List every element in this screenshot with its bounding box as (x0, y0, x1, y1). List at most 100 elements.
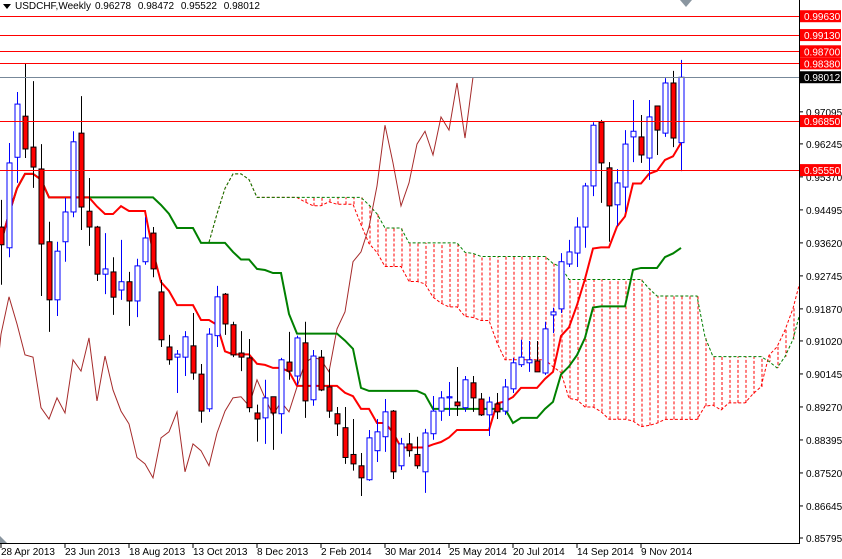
bear-candle[interactable] (38, 144, 45, 297)
bull-candle[interactable] (662, 78, 669, 137)
bull-candle[interactable] (70, 131, 77, 218)
bear-candle[interactable] (494, 392, 501, 420)
bull-candle[interactable] (438, 391, 445, 421)
price-chart[interactable]: 0.970950.962450.953700.944950.936200.927… (0, 0, 842, 559)
bear-candle[interactable] (334, 406, 341, 436)
bull-candle[interactable] (118, 239, 125, 300)
bull-candle[interactable] (54, 241, 61, 317)
bear-candle[interactable] (30, 81, 37, 188)
time-axis-label: 23 Jun 2013 (65, 547, 120, 558)
candle-body (350, 453, 357, 465)
candle-body (134, 265, 141, 302)
bear-candle[interactable] (254, 404, 261, 442)
bear-candle[interactable] (190, 313, 197, 380)
candle-body (470, 382, 477, 399)
bull-candle[interactable] (398, 437, 405, 470)
bear-candle[interactable] (638, 115, 645, 163)
candle-body (478, 398, 485, 416)
bear-candle[interactable] (198, 363, 205, 423)
bull-candle[interactable] (294, 335, 301, 386)
bull-candle[interactable] (182, 331, 189, 377)
bear-candle[interactable] (94, 225, 101, 281)
senkou-span-b-line (208, 173, 799, 369)
bull-candle[interactable] (214, 285, 221, 347)
candle-body (126, 281, 133, 302)
bear-candle[interactable] (230, 321, 237, 358)
bull-candle[interactable] (678, 59, 685, 172)
bull-candle[interactable] (550, 307, 557, 334)
bull-candle[interactable] (542, 321, 549, 375)
bull-candle[interactable] (62, 198, 69, 262)
bull-candle[interactable] (422, 428, 429, 493)
bear-candle[interactable] (358, 452, 365, 496)
candle-body (446, 396, 453, 399)
bull-candle[interactable] (462, 376, 469, 412)
bear-candle[interactable] (534, 340, 541, 373)
bull-candle[interactable] (278, 357, 285, 434)
bull-candle[interactable] (262, 379, 269, 444)
bear-candle[interactable] (350, 419, 357, 471)
bull-candle[interactable] (14, 92, 21, 183)
candle-body (206, 333, 213, 410)
bear-candle[interactable] (478, 392, 485, 416)
bear-candle[interactable] (150, 227, 157, 278)
bull-candle[interactable] (382, 399, 389, 452)
bear-candle[interactable] (342, 406, 349, 464)
bear-candle[interactable] (270, 396, 277, 450)
bear-candle[interactable] (86, 178, 93, 246)
candle-body (30, 146, 37, 168)
candle-body (566, 251, 573, 265)
bear-candle[interactable] (0, 199, 5, 285)
bear-candle[interactable] (238, 331, 245, 372)
dropdown-triangle-icon[interactable] (3, 4, 11, 9)
bull-candle[interactable] (502, 379, 509, 415)
bear-candle[interactable] (598, 119, 605, 203)
bear-candle[interactable] (222, 293, 229, 335)
bull-candle[interactable] (526, 340, 533, 372)
bull-candle[interactable] (374, 419, 381, 463)
bull-candle[interactable] (310, 349, 317, 406)
bear-candle[interactable] (286, 331, 293, 380)
bear-candle[interactable] (470, 376, 477, 412)
bull-candle[interactable] (102, 233, 109, 295)
bull-candle[interactable] (366, 429, 373, 481)
bear-candle[interactable] (670, 70, 677, 148)
bear-candle[interactable] (326, 368, 333, 418)
bull-candle[interactable] (446, 382, 453, 416)
bull-candle[interactable] (574, 217, 581, 268)
bear-candle[interactable] (46, 221, 53, 332)
bull-candle[interactable] (630, 99, 637, 163)
candle-body (526, 359, 533, 364)
bear-candle[interactable] (302, 321, 309, 418)
bear-candle[interactable] (110, 257, 117, 315)
bull-candle[interactable] (510, 357, 517, 393)
bear-candle[interactable] (414, 436, 421, 469)
plot-area (0, 59, 799, 496)
time-axis-label: 28 Apr 2013 (1, 547, 55, 558)
bull-candle[interactable] (6, 142, 13, 258)
bull-candle[interactable] (558, 253, 565, 314)
bull-candle[interactable] (622, 130, 629, 212)
bear-candle[interactable] (606, 162, 613, 242)
bull-candle[interactable] (134, 258, 141, 318)
bear-candle[interactable] (166, 334, 173, 365)
bear-candle[interactable] (246, 339, 253, 413)
bull-candle[interactable] (174, 349, 181, 393)
bull-candle[interactable] (206, 328, 213, 412)
bear-candle[interactable] (126, 271, 133, 326)
bear-candle[interactable] (654, 105, 661, 156)
bear-candle[interactable] (318, 349, 325, 392)
bull-candle[interactable] (614, 168, 621, 226)
bull-candle[interactable] (430, 396, 437, 440)
chart-shift-marker-icon[interactable] (680, 0, 692, 7)
bull-candle[interactable] (518, 339, 525, 367)
candle-body (518, 356, 525, 366)
bull-candle[interactable] (590, 122, 597, 197)
bear-candle[interactable] (158, 279, 165, 347)
bull-candle[interactable] (566, 239, 573, 268)
bear-candle[interactable] (390, 409, 397, 479)
bull-candle[interactable] (646, 99, 653, 180)
bear-candle[interactable] (78, 96, 85, 231)
bull-candle[interactable] (582, 182, 589, 248)
bear-candle[interactable] (406, 432, 413, 457)
